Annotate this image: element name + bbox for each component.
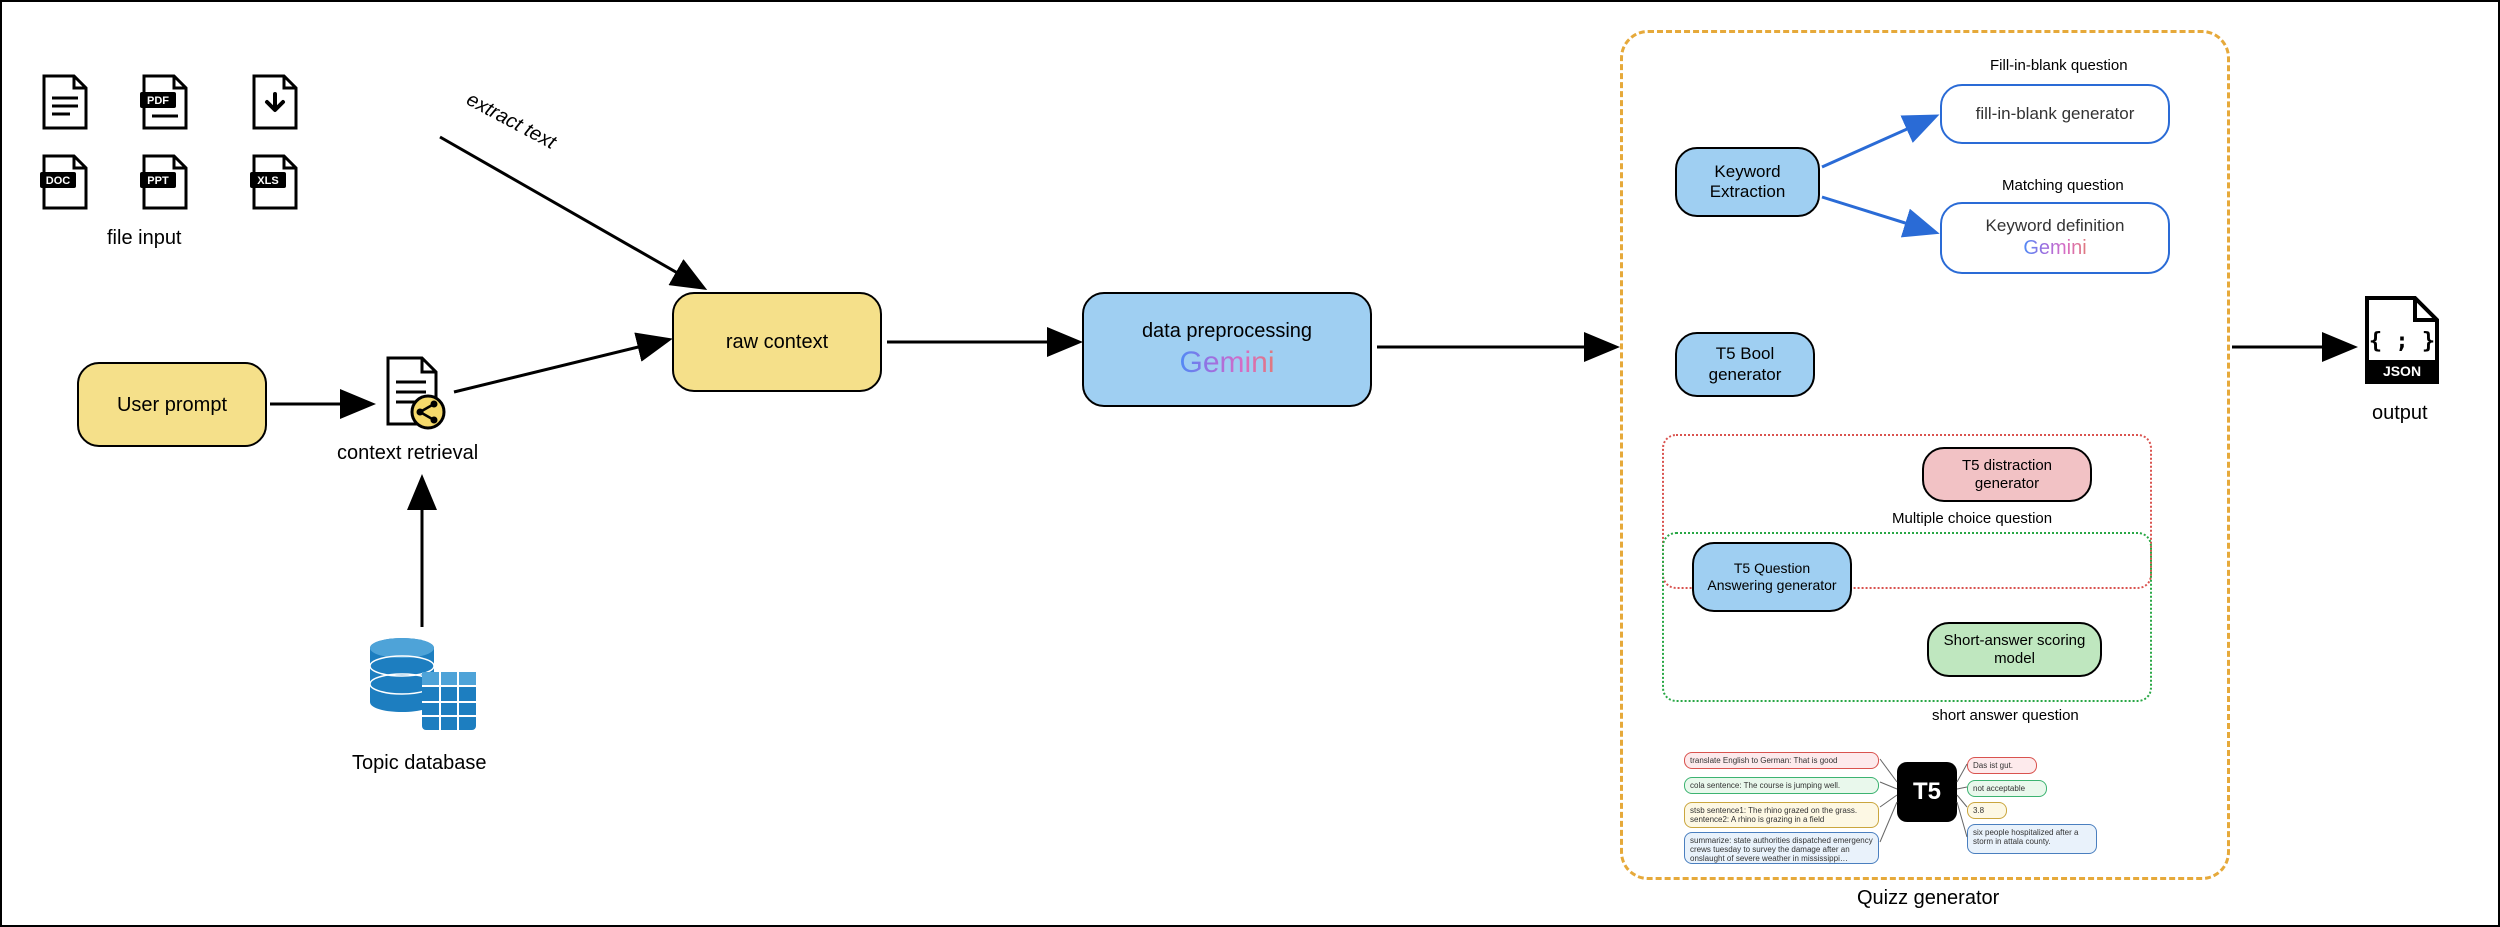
arrow-extracttext-to-rawcontext [440,137,702,287]
arrow-keyword-to-fillblank [1822,117,1934,167]
diagram-canvas: PDF DOC PPT [0,0,2500,927]
arrow-keyword-to-definition [1822,197,1934,232]
arrow-contextretrieval-to-rawcontext [454,340,667,392]
connector-layer [2,2,2500,927]
